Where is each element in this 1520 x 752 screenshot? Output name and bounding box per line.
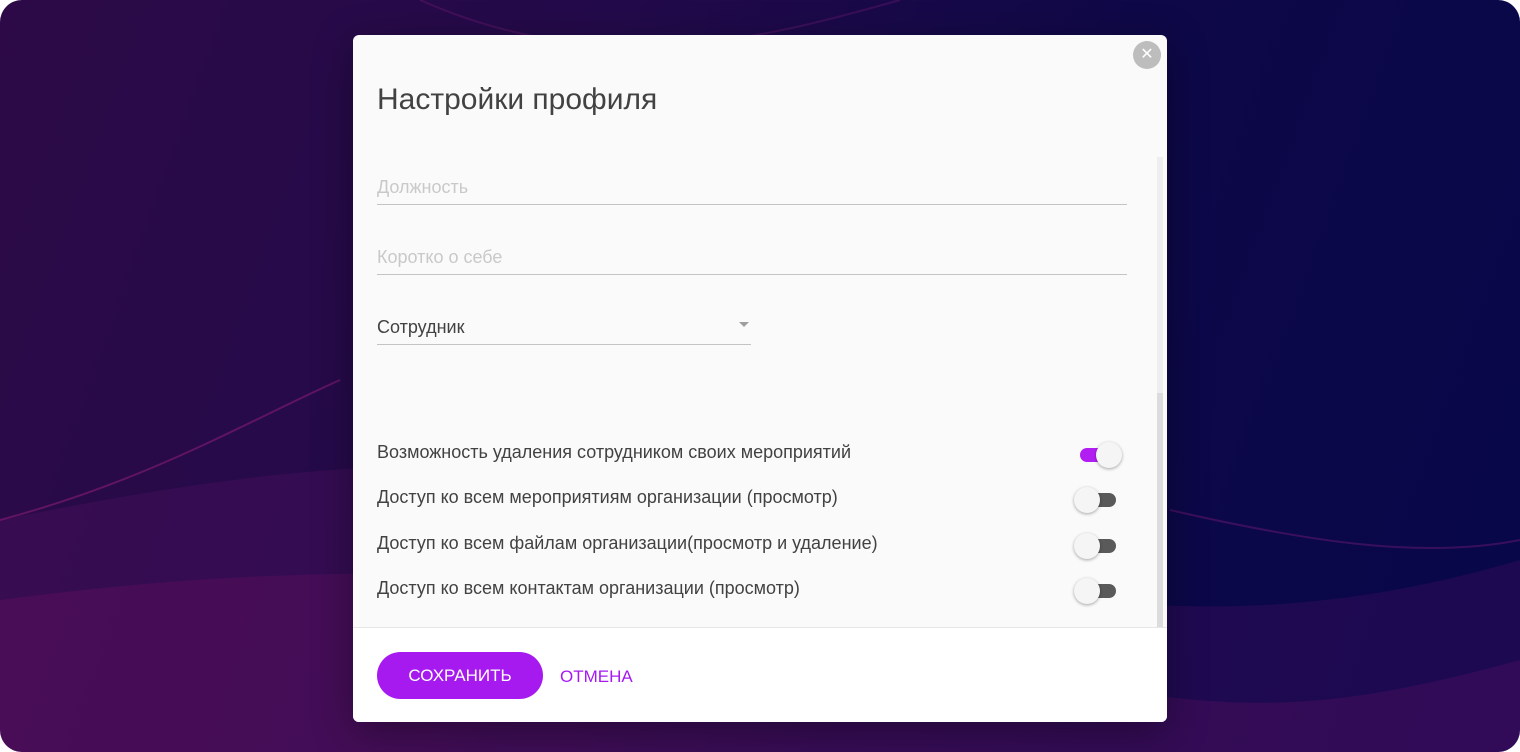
scrollbar-thumb[interactable]	[1157, 393, 1163, 627]
toggle-knob	[1074, 533, 1100, 559]
about-input[interactable]	[377, 241, 1127, 273]
background-frame: ✕ Настройки профиля Сотрудник Возможност…	[0, 0, 1520, 752]
chevron-down-icon	[739, 322, 749, 327]
profile-settings-modal: ✕ Настройки профиля Сотрудник Возможност…	[353, 35, 1167, 722]
toggle-knob	[1074, 487, 1100, 513]
toggle-row-all-contacts: Доступ ко всем контактам организации (пр…	[377, 573, 1127, 604]
close-icon[interactable]: ✕	[1133, 41, 1161, 69]
toggle-switch-all-files[interactable]	[1074, 533, 1116, 559]
toggle-switch-all-contacts[interactable]	[1074, 578, 1116, 604]
modal-title: Настройки профиля	[377, 83, 658, 116]
save-button[interactable]: СОХРАНИТЬ	[377, 652, 543, 699]
toggle-switch-delete-own-events[interactable]	[1080, 442, 1122, 468]
position-field	[377, 171, 1127, 205]
role-select[interactable]: Сотрудник	[377, 311, 751, 345]
toggle-row-all-files: Доступ ко всем файлам организации(просмо…	[377, 528, 1127, 559]
toggle-knob	[1096, 442, 1122, 468]
role-select-value: Сотрудник	[377, 317, 465, 337]
about-field	[377, 241, 1127, 275]
toggle-row-delete-own-events: Возможность удаления сотрудником своих м…	[377, 437, 1127, 468]
toggle-label: Возможность удаления сотрудником своих м…	[377, 442, 852, 462]
toggle-row-all-events-view: Доступ ко всем мероприятиям организации …	[377, 482, 1127, 513]
position-input[interactable]	[377, 171, 1127, 203]
cancel-button[interactable]: ОТМЕНА	[560, 667, 633, 687]
toggle-label: Доступ ко всем файлам организации(просмо…	[377, 533, 878, 553]
modal-footer: СОХРАНИТЬ ОТМЕНА	[353, 627, 1167, 722]
toggle-label: Доступ ко всем контактам организации (пр…	[377, 578, 800, 598]
toggle-label: Доступ ко всем мероприятиям организации …	[377, 487, 838, 507]
toggle-knob	[1074, 578, 1100, 604]
toggle-switch-all-events-view[interactable]	[1074, 487, 1116, 513]
